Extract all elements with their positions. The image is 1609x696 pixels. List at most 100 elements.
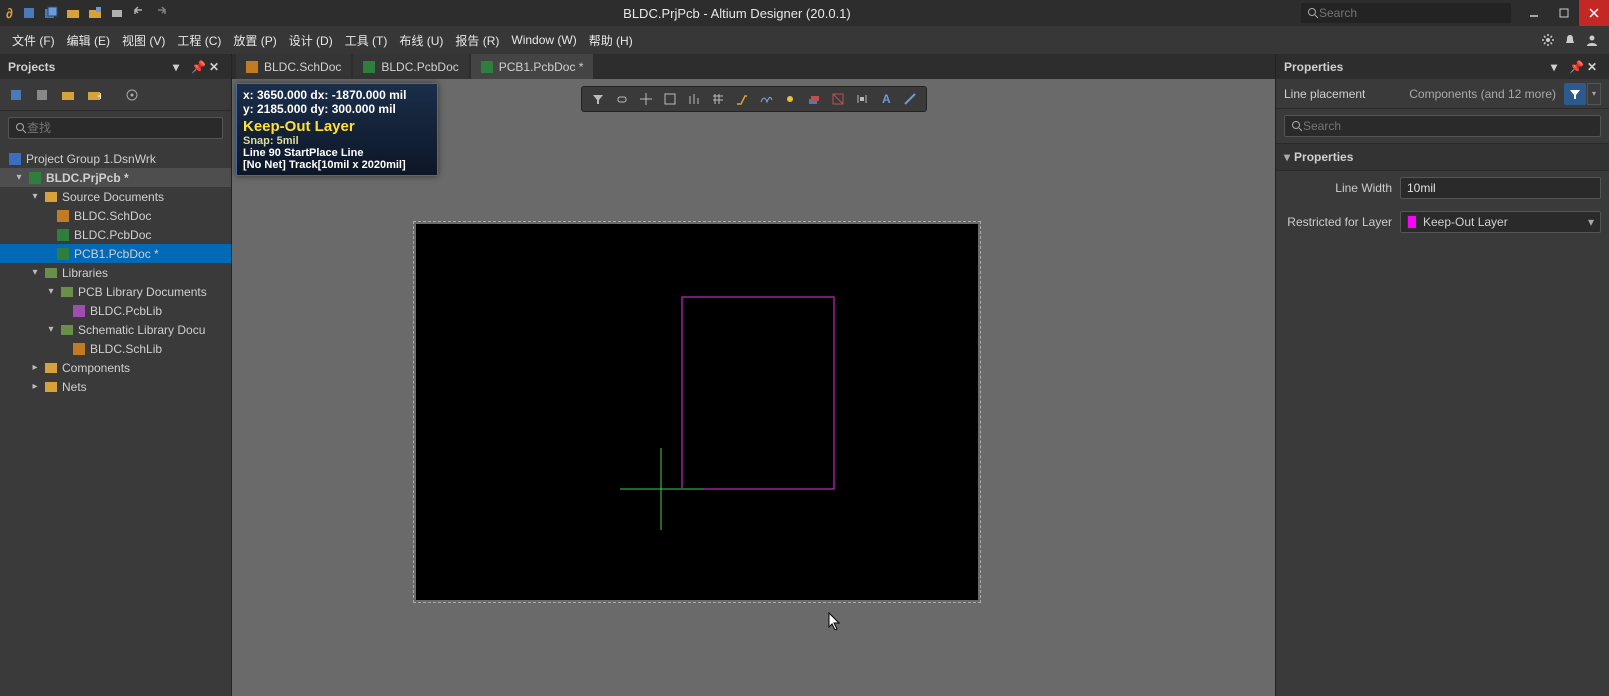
tree-doc[interactable]: BLDC.PcbDoc	[0, 225, 231, 244]
quick-save-all-icon[interactable]	[41, 3, 61, 23]
projects-tree: Project Group 1.DsnWrk ▾BLDC.PrjPcb * ▾S…	[0, 145, 231, 696]
ab-filter-icon[interactable]	[586, 87, 610, 111]
restricted-layer-field[interactable]: Keep-Out Layer ▾	[1400, 211, 1601, 233]
pcb-viewport[interactable]	[416, 224, 978, 600]
quick-undo-icon[interactable]	[129, 3, 149, 23]
tree-pcblib-folder[interactable]: ▾PCB Library Documents	[0, 282, 231, 301]
search-icon	[15, 122, 27, 134]
ab-net-icon[interactable]	[754, 87, 778, 111]
menu-design[interactable]: 设计 (D)	[283, 28, 339, 53]
svg-text:+: +	[97, 89, 101, 102]
tb-add-folder-icon[interactable]: +	[84, 85, 104, 105]
ab-move-icon[interactable]	[634, 87, 658, 111]
canvas-wrap[interactable]: x: 3650.000 dx: -1870.000 mil y: 2185.00…	[232, 79, 1275, 696]
menu-help[interactable]: 帮助 (H)	[583, 28, 639, 53]
menu-file[interactable]: 文件 (F)	[6, 28, 61, 53]
quick-save-icon[interactable]	[19, 3, 39, 23]
properties-search[interactable]	[1284, 115, 1601, 137]
hud-layer: Keep-Out Layer	[243, 118, 431, 135]
tree-group[interactable]: Project Group 1.DsnWrk	[0, 149, 231, 168]
filter-expand-button[interactable]: ▾	[1587, 83, 1601, 105]
tree-doc-selected[interactable]: PCB1.PcbDoc *	[0, 244, 231, 263]
filter-button[interactable]	[1564, 83, 1586, 105]
projects-toolbar: +	[0, 79, 231, 111]
tb-save-icon[interactable]	[6, 85, 26, 105]
maximize-button[interactable]	[1549, 0, 1579, 26]
properties-panel-header: Properties ▾ 📌 ✕	[1276, 54, 1609, 79]
panel-pin-icon[interactable]: 📌	[191, 60, 205, 74]
close-button[interactable]	[1579, 0, 1609, 26]
ab-line-icon[interactable]	[898, 87, 922, 111]
prop-line-width: Line Width	[1276, 171, 1609, 205]
tab-pcbdoc[interactable]: BLDC.PcbDoc	[353, 54, 468, 79]
quick-open-project-icon[interactable]	[85, 3, 105, 23]
properties-search-input[interactable]	[1303, 119, 1594, 133]
titlebar-search-input[interactable]	[1319, 6, 1505, 20]
ab-grid-icon[interactable]	[706, 87, 730, 111]
mouse-cursor-icon	[828, 612, 840, 630]
titlebar-search[interactable]	[1301, 3, 1511, 23]
pcb-icon	[363, 61, 375, 73]
ab-layers-icon[interactable]	[802, 87, 826, 111]
tree-libraries-folder[interactable]: ▾Libraries	[0, 263, 231, 282]
line-width-label: Line Width	[1284, 181, 1392, 195]
projects-search[interactable]	[8, 117, 223, 139]
notifications-icon[interactable]	[1559, 29, 1581, 51]
menu-window[interactable]: Window (W)	[505, 29, 582, 51]
user-icon[interactable]	[1581, 29, 1603, 51]
hud-status: Line 90 StartPlace Line	[243, 147, 431, 159]
hud-snap: Snap: 5mil	[243, 135, 431, 147]
restricted-layer-value: Keep-Out Layer	[1423, 215, 1508, 229]
tb-settings-icon[interactable]	[122, 85, 142, 105]
tree-schlib-folder[interactable]: ▾Schematic Library Docu	[0, 320, 231, 339]
ab-clear-icon[interactable]	[826, 87, 850, 111]
tab-schdoc[interactable]: BLDC.SchDoc	[236, 54, 351, 79]
panel-pin-icon[interactable]: 📌	[1569, 60, 1583, 74]
menu-edit[interactable]: 编辑 (E)	[61, 28, 116, 53]
tree-project[interactable]: ▾BLDC.PrjPcb *	[0, 168, 231, 187]
projects-search-input[interactable]	[27, 121, 216, 135]
properties-section-header[interactable]: ▾Properties	[1276, 143, 1609, 171]
prop-restricted-layer: Restricted for Layer Keep-Out Layer ▾	[1276, 205, 1609, 239]
quick-print-icon[interactable]	[107, 3, 127, 23]
tree-doc[interactable]: BLDC.SchLib	[0, 339, 231, 358]
menu-view[interactable]: 视图 (V)	[116, 28, 171, 53]
ab-text-icon[interactable]: A	[874, 87, 898, 111]
menu-reports[interactable]: 报告 (R)	[449, 28, 505, 53]
tree-components-folder[interactable]: ▸Components	[0, 358, 231, 377]
tb-compile-icon[interactable]	[32, 85, 52, 105]
minimize-button[interactable]	[1519, 0, 1549, 26]
ab-distribute-icon[interactable]	[850, 87, 874, 111]
properties-panel: Properties ▾ 📌 ✕ Line placement Componen…	[1275, 54, 1609, 696]
ab-selrect-icon[interactable]	[658, 87, 682, 111]
mode-right-label[interactable]: Components (and 12 more)	[1409, 87, 1556, 101]
search-icon	[1291, 120, 1303, 132]
tab-pcb1-active[interactable]: PCB1.PcbDoc *	[471, 54, 594, 79]
document-tabs: BLDC.SchDoc BLDC.PcbDoc PCB1.PcbDoc *	[232, 54, 1275, 79]
tree-doc[interactable]: BLDC.PcbLib	[0, 301, 231, 320]
menu-project[interactable]: 工程 (C)	[171, 28, 227, 53]
ab-select-icon[interactable]	[610, 87, 634, 111]
quick-open-icon[interactable]	[63, 3, 83, 23]
ab-highlight-icon[interactable]	[778, 87, 802, 111]
tree-doc[interactable]: BLDC.SchDoc	[0, 206, 231, 225]
schematic-icon	[246, 61, 258, 73]
menu-place[interactable]: 放置 (P)	[227, 28, 282, 53]
menu-tools[interactable]: 工具 (T)	[339, 28, 394, 53]
panel-close-icon[interactable]: ✕	[209, 60, 223, 74]
line-width-input[interactable]	[1407, 181, 1594, 195]
tb-open-folder-icon[interactable]	[58, 85, 78, 105]
projects-panel: Projects ▾ 📌 ✕ + Project Group 1.DsnWrk …	[0, 54, 232, 696]
panel-close-icon[interactable]: ✕	[1587, 60, 1601, 74]
menu-route[interactable]: 布线 (U)	[393, 28, 449, 53]
quick-redo-icon[interactable]	[151, 3, 171, 23]
line-width-field[interactable]	[1400, 177, 1601, 199]
titlebar: ∂ BLDC.PrjPcb - Altium Designer (20.0.1)	[0, 0, 1609, 26]
ab-route-icon[interactable]	[730, 87, 754, 111]
tree-source-folder[interactable]: ▾Source Documents	[0, 187, 231, 206]
ab-align-icon[interactable]	[682, 87, 706, 111]
panel-dropdown-icon[interactable]: ▾	[173, 60, 187, 74]
tree-nets-folder[interactable]: ▸Nets	[0, 377, 231, 396]
settings-icon[interactable]	[1537, 29, 1559, 51]
panel-dropdown-icon[interactable]: ▾	[1551, 60, 1565, 74]
